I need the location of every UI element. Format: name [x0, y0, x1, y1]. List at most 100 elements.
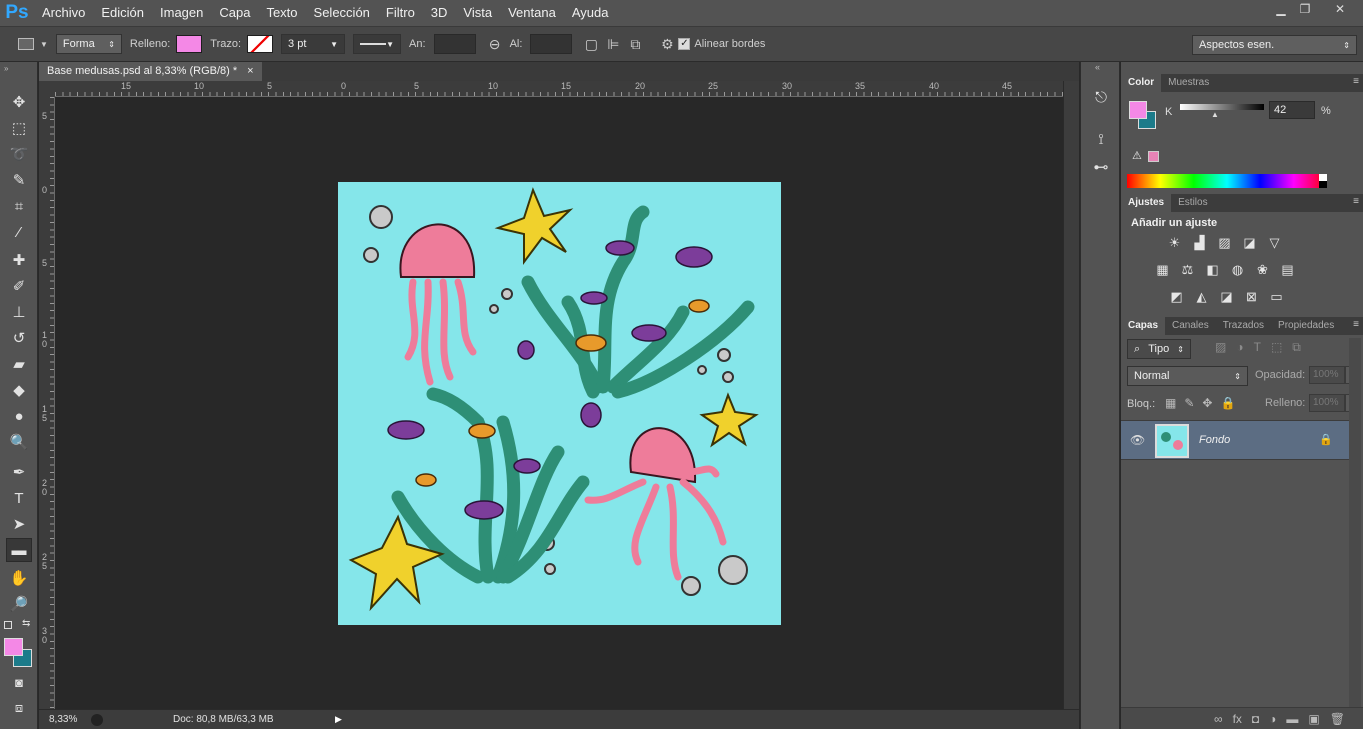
tab-muestras[interactable]: Muestras [1161, 74, 1216, 92]
tab-ajustes[interactable]: Ajustes [1121, 194, 1172, 212]
layer-row[interactable]: 👁 Fondo 🔒 [1121, 420, 1349, 460]
levels-icon[interactable]: ▟ [1190, 234, 1209, 252]
path-selection-tool-icon[interactable]: ➤ [6, 512, 32, 536]
zoom-tool-icon[interactable]: 🔎 [6, 592, 32, 616]
status-menu-arrow[interactable]: ▶ [335, 714, 342, 725]
link-icon[interactable]: ⊖ [484, 33, 506, 55]
group-folder-icon[interactable]: ▬ [1286, 712, 1298, 726]
align-edges-checkbox[interactable]: ✓ [678, 38, 691, 50]
brush-tool-icon[interactable]: ✐ [6, 274, 32, 298]
tab-trazados[interactable]: Trazados [1216, 317, 1271, 335]
hue-saturation-icon[interactable]: ▦ [1153, 261, 1172, 279]
history-panel-icon[interactable]: ⎋ [1089, 86, 1113, 108]
eye-icon[interactable]: 👁 [1130, 433, 1145, 447]
invert-icon[interactable]: ◩ [1167, 288, 1186, 306]
layers-scrollbar[interactable] [1349, 338, 1361, 707]
crop-tool-icon[interactable]: ⌗ [6, 194, 32, 218]
color-panel-fg-swatch[interactable] [1129, 101, 1147, 119]
black-white-icon[interactable]: ◧ [1203, 261, 1222, 279]
path-arrangement-icon[interactable]: ⧉ [624, 33, 646, 55]
lasso-tool-icon[interactable]: ➰ [6, 142, 32, 166]
minimize-button[interactable]: ▁ [1269, 0, 1293, 18]
menu-vista[interactable]: Vista [455, 0, 500, 26]
tab-estilos[interactable]: Estilos [1171, 194, 1214, 212]
stroke-swatch[interactable] [247, 35, 274, 53]
eraser-tool-icon[interactable]: ▰ [6, 352, 32, 376]
curves-icon[interactable]: ▨ [1215, 234, 1234, 252]
new-layer-icon[interactable]: ▣ [1308, 712, 1319, 726]
rectangle-tool-icon[interactable]: ▬ [6, 538, 32, 562]
eyedropper-tool-icon[interactable]: ⁄ [6, 220, 32, 244]
fill-field[interactable]: 100% [1309, 394, 1345, 412]
menu-seleccion[interactable]: Selección [306, 0, 378, 26]
screen-mode-icon[interactable]: ⧈ [6, 696, 32, 720]
photo-filter-icon[interactable]: ◍ [1228, 261, 1247, 279]
mode-select[interactable]: Forma ⇕ [55, 34, 122, 54]
type-tool-icon[interactable]: T [6, 486, 32, 510]
opacity-field[interactable]: 100% [1309, 366, 1345, 384]
document-tab[interactable]: Base medusas.psd al 8,33% (RGB/8) * × [39, 62, 262, 81]
align-edges-option[interactable]: ✓ Alinear bordes [678, 26, 765, 62]
channel-mixer-icon[interactable]: ❀ [1253, 261, 1272, 279]
menu-ayuda[interactable]: Ayuda [564, 0, 617, 26]
collapse-icon[interactable]: « [1095, 62, 1100, 72]
menu-archivo[interactable]: Archivo [34, 0, 93, 26]
slider-thumb-icon[interactable]: ▲ [1211, 110, 1219, 119]
lock-position-icon[interactable]: ✥ [1202, 396, 1212, 410]
tool-presets-icon[interactable]: ⊷ [1089, 156, 1113, 178]
tool-preset-picker[interactable]: ▼ [18, 26, 48, 62]
dodge-tool-icon[interactable]: 🔍 [6, 430, 32, 454]
menu-ventana[interactable]: Ventana [500, 0, 564, 26]
swap-colors-icon[interactable]: ⇆ [22, 618, 30, 629]
color-balance-icon[interactable]: ⚖ [1178, 261, 1197, 279]
marquee-tool-icon[interactable]: ⬚ [6, 116, 32, 140]
hand-tool-icon[interactable]: ✋ [6, 566, 32, 590]
menu-texto[interactable]: Texto [258, 0, 305, 26]
canvas[interactable] [338, 182, 781, 625]
pen-tool-icon[interactable]: ✒ [6, 460, 32, 484]
status-settings-icon[interactable] [91, 713, 103, 726]
gear-icon[interactable]: ⚙ [656, 33, 678, 55]
selective-color-icon[interactable]: ⊠ [1242, 288, 1261, 306]
menu-capa[interactable]: Capa [211, 0, 258, 26]
adjustment-layer-icon[interactable]: ◑ [1269, 712, 1276, 726]
blur-tool-icon[interactable]: ● [6, 404, 32, 428]
workspace-select[interactable]: Aspectos esen. ⇕ [1192, 35, 1357, 55]
exposure-icon[interactable]: ◪ [1240, 234, 1259, 252]
menu-imagen[interactable]: Imagen [152, 0, 211, 26]
menu-edicion[interactable]: Edición [93, 0, 152, 26]
default-colors-icon[interactable] [4, 621, 12, 629]
layer-name[interactable]: Fondo [1199, 434, 1230, 446]
gamut-swatch[interactable] [1148, 151, 1159, 162]
shape-filter-icon[interactable]: ⬚ [1271, 340, 1282, 355]
zoom-level[interactable]: 8,33% [39, 714, 91, 725]
trash-icon[interactable]: 🗑 [1330, 712, 1345, 726]
brush-presets-icon[interactable]: ⟟ [1089, 128, 1113, 150]
width-input[interactable] [433, 34, 476, 54]
clone-stamp-tool-icon[interactable]: ⊥ [6, 300, 32, 324]
collapse-icon[interactable]: » [4, 64, 8, 73]
foreground-color-swatch[interactable] [4, 638, 23, 656]
tab-capas[interactable]: Capas [1121, 317, 1166, 335]
quick-selection-tool-icon[interactable]: ✎ [6, 168, 32, 192]
history-brush-tool-icon[interactable]: ↺ [6, 326, 32, 350]
close-window-button[interactable]: ✕ [1317, 0, 1363, 18]
layer-mask-icon[interactable]: ◘ [1252, 712, 1259, 726]
vertical-scrollbar[interactable] [1063, 81, 1079, 709]
quick-mask-icon[interactable]: ◙ [6, 670, 32, 694]
blend-mode-select[interactable]: Normal ⇕ [1127, 366, 1248, 386]
k-value-field[interactable]: 42 [1269, 101, 1315, 119]
close-tab-icon[interactable]: × [247, 62, 253, 81]
panel-menu-icon[interactable]: ≡ [1353, 319, 1359, 330]
posterize-icon[interactable]: ◭ [1192, 288, 1211, 306]
gamut-warning-icon[interactable]: ⚠ [1132, 149, 1142, 162]
height-input[interactable] [530, 34, 573, 54]
smart-object-filter-icon[interactable]: ⧉ [1292, 340, 1301, 355]
path-operations-icon[interactable]: ▢ [580, 33, 602, 55]
fill-swatch[interactable] [176, 35, 203, 53]
path-alignment-icon[interactable]: ⊫ [602, 33, 624, 55]
paint-bucket-tool-icon[interactable]: ◆ [6, 378, 32, 402]
layer-style-icon[interactable]: fx [1233, 712, 1242, 726]
black-ramp-swatch[interactable] [1319, 181, 1327, 188]
white-ramp-swatch[interactable] [1319, 174, 1327, 181]
